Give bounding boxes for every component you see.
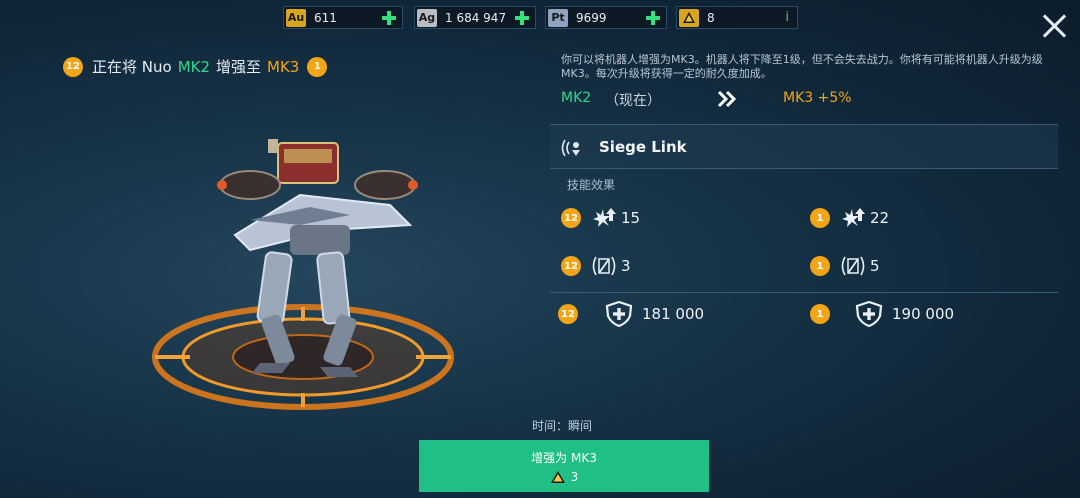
durability-value: 190 000 [892, 305, 955, 323]
level-badge: 12 [561, 256, 581, 276]
add-platinum-button[interactable] [646, 10, 660, 25]
level-badge: 1 [810, 256, 830, 276]
upgrade-title: 12 正在将 Nuo MK2 增强至 MK3 1 [63, 56, 328, 77]
title-prefix: 正在将 Nuo [92, 58, 172, 76]
level-badge: 1 [810, 208, 830, 228]
gold-icon: Au [286, 8, 306, 27]
stat-range-current: 12 3 [561, 255, 631, 277]
skill-header: Siege Link [550, 124, 1058, 169]
skill-name: Siege Link [599, 138, 687, 156]
range-icon [841, 256, 865, 276]
durability-value: 181 000 [642, 305, 705, 323]
currency-platinum: Pt 9699 [545, 6, 667, 29]
range-icon [592, 256, 616, 276]
currency-gold: Au 611 [283, 6, 403, 29]
silver-icon: Ag [417, 8, 437, 27]
title-middle: 增强至 [216, 58, 262, 76]
double-chevron-icon [717, 90, 737, 108]
upgrade-cost: 3 [550, 469, 579, 484]
add-gold-button[interactable] [382, 10, 396, 25]
target-ring [152, 304, 454, 410]
divider [550, 292, 1058, 293]
shield-icon [855, 301, 883, 327]
robot-artwork [152, 139, 454, 410]
compare-to: MK3 +5% [783, 90, 852, 106]
level-badge: 12 [558, 304, 578, 324]
effects-label: 技能效果 [567, 178, 616, 192]
power-value: 15 [621, 209, 641, 227]
stat-durability-upgraded: 1 190 000 [810, 301, 954, 327]
level-badge: 1 [810, 304, 830, 324]
upgrade-button[interactable]: 增强为 MK3 3 [419, 440, 709, 492]
time-value: 瞬间 [568, 419, 593, 433]
level-badge-from: 12 [63, 56, 83, 77]
compare-from: MK2 [561, 90, 592, 106]
title-mk-to: MK3 [267, 57, 300, 76]
platinum-amount: 9699 [576, 10, 607, 25]
stat-power-upgraded: 1 22 [810, 207, 889, 229]
stat-durability-current: 12 181 000 [558, 301, 704, 327]
info-icon[interactable]: i [785, 10, 789, 25]
mk-token-icon [550, 470, 565, 483]
stat-range-upgraded: 1 5 [810, 255, 880, 277]
level-badge-to: 1 [307, 56, 328, 77]
mk-token-amount: 8 [707, 10, 715, 25]
damage-boost-icon [842, 208, 865, 227]
siege-link-icon [561, 139, 580, 157]
range-value: 5 [870, 257, 880, 275]
currency-silver: Ag 1 684 947 [414, 6, 536, 29]
gold-amount: 611 [314, 10, 337, 25]
upgrade-description: 你可以将机器人增强为MK3。机器人将下降至1级，但不会失去战力。你将有可能将机器… [561, 53, 1043, 80]
mk-token-icon [679, 8, 699, 27]
mk-compare: MK2 （现在） MK3 +5% [561, 90, 1061, 110]
stat-power-current: 12 15 [561, 207, 640, 229]
level-badge: 12 [561, 208, 581, 228]
power-value: 22 [870, 209, 890, 227]
add-silver-button[interactable] [515, 10, 529, 25]
title-mk-from: MK2 [177, 57, 211, 76]
silver-amount: 1 684 947 [445, 10, 507, 25]
range-value: 3 [621, 257, 631, 275]
divider [550, 168, 1058, 169]
compare-from-note: （现在） [605, 93, 661, 109]
damage-boost-icon [593, 208, 616, 227]
shield-icon [605, 301, 633, 327]
close-icon[interactable] [1042, 14, 1066, 38]
upgrade-button-label: 增强为 MK3 [531, 450, 597, 465]
upgrade-time: 时间：瞬间 [532, 417, 592, 434]
upgrade-cost-value: 3 [570, 469, 579, 484]
currency-mk-token: 8 i [676, 6, 798, 29]
time-label: 时间： [532, 419, 569, 433]
platinum-icon: Pt [548, 8, 568, 27]
